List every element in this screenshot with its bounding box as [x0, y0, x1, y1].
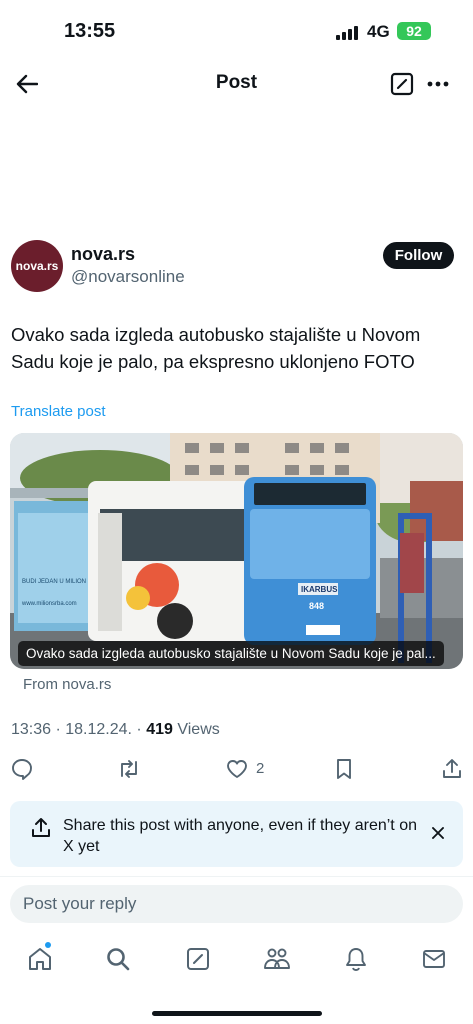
compose-icon — [390, 72, 414, 96]
post-meta: 13:36 · 18.12.24. · 419 Views — [11, 721, 220, 739]
signal-icon — [336, 26, 358, 40]
tab-communities[interactable] — [262, 945, 292, 973]
author-handle[interactable]: @novarsonline — [71, 267, 185, 287]
follow-button[interactable]: Follow — [383, 242, 454, 269]
divider — [0, 876, 473, 877]
ad-text: BUDI JEDAN U MILION — [22, 579, 86, 585]
compose-icon — [187, 948, 209, 970]
ad-url: www.milionsrba.com — [21, 601, 77, 607]
avatar[interactable]: nova.rs — [11, 240, 63, 292]
translate-link[interactable]: Translate post — [11, 403, 106, 420]
share-icon — [443, 759, 461, 778]
link-card[interactable]: BUDI JEDAN U MILION www.milionsrba.com I… — [10, 433, 463, 669]
more-button[interactable] — [425, 72, 451, 96]
home-notification-dot — [45, 942, 51, 948]
tab-notifications[interactable] — [342, 945, 370, 973]
reply-placeholder: Post your reply — [23, 894, 137, 913]
card-caption: Ovako sada izgleda autobusko stajalište … — [18, 641, 444, 666]
share-icon — [32, 818, 50, 837]
bus-number: 848 — [309, 601, 324, 611]
card-source[interactable]: From nova.rs — [23, 676, 111, 693]
home-indicator — [152, 1011, 322, 1016]
tab-messages[interactable] — [420, 945, 448, 973]
tab-compose[interactable] — [184, 945, 212, 973]
share-button[interactable] — [439, 756, 465, 782]
repost-button[interactable] — [116, 757, 142, 781]
views-count: 419 — [146, 721, 173, 738]
messages-icon — [423, 950, 445, 968]
status-bar: 13:55 4G 92 — [0, 0, 473, 60]
share-banner-icon-wrap — [28, 815, 54, 841]
share-banner-text: Share this post with anyone, even if the… — [63, 817, 417, 855]
compose-button[interactable] — [389, 71, 415, 97]
reply-button[interactable] — [9, 757, 35, 781]
dismiss-banner-button[interactable] — [427, 822, 449, 844]
like-button[interactable] — [224, 757, 250, 781]
news-photo: BUDI JEDAN U MILION www.milionsrba.com I… — [10, 433, 463, 669]
more-icon — [427, 81, 449, 87]
bookmark-icon — [337, 759, 351, 779]
like-count: 2 — [256, 760, 265, 777]
reply-icon — [12, 759, 32, 780]
author-name[interactable]: nova.rs — [71, 244, 135, 265]
post-text: Ovako sada izgleda autobusko stajalište … — [11, 324, 421, 372]
tab-home[interactable] — [26, 945, 54, 973]
battery-icon: 92 — [397, 22, 431, 40]
communities-icon — [264, 948, 290, 969]
views-label: Views — [172, 721, 220, 738]
status-time: 13:55 — [64, 20, 116, 42]
post-timestamp: 13:36 · 18.12.24. · — [11, 721, 147, 738]
bus-brand: IKARBUS — [301, 585, 338, 594]
notifications-icon — [346, 948, 366, 971]
tab-search[interactable] — [104, 945, 132, 973]
search-icon — [107, 948, 130, 971]
repost-icon — [121, 760, 137, 778]
heart-icon — [227, 760, 247, 778]
bookmark-button[interactable] — [331, 757, 357, 781]
network-type: 4G — [367, 22, 390, 41]
close-icon — [432, 827, 444, 839]
home-icon — [29, 948, 51, 970]
